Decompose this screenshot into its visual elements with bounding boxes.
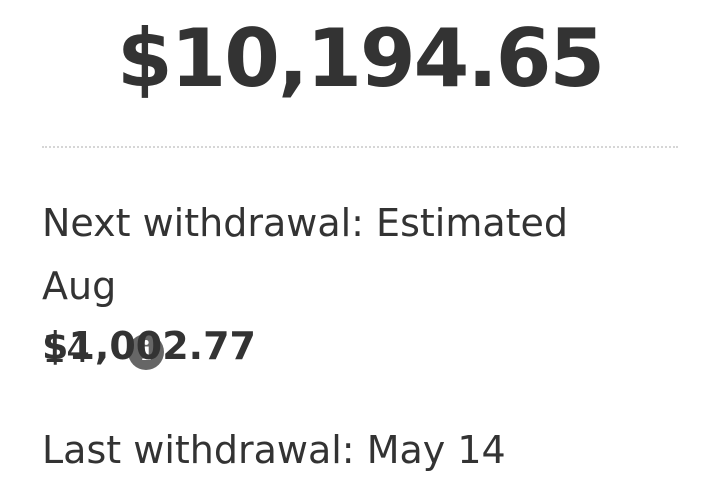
dotted-divider xyxy=(42,146,678,148)
account-balance: $10,194.65 xyxy=(116,12,605,105)
last-withdrawal-label: Last withdrawal: May 14 xyxy=(42,428,506,472)
next-withdrawal-amount: $1,002.77 xyxy=(42,324,256,368)
next-withdrawal-text: Next withdrawal: Estimated Aug xyxy=(42,201,569,308)
